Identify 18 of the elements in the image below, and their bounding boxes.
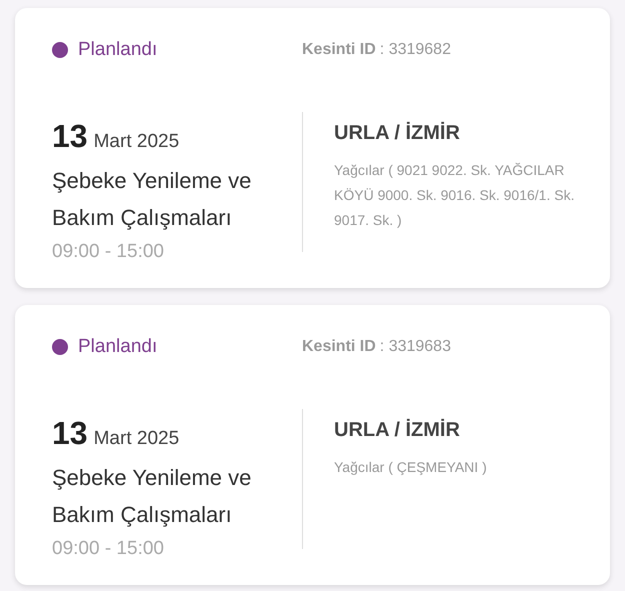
status-label: Planlandı bbox=[78, 38, 158, 62]
address: Yağcılar ( 9021 9022. Sk. YAĞCILAR KÖYÜ 9000. Sk. 9016. Sk. 9016/1. Sk. 9017. Sk. ) bbox=[334, 161, 576, 230]
id-label: Kesinti ID bbox=[302, 40, 376, 60]
location: URLA / İZMİR bbox=[334, 418, 461, 443]
location: URLA / İZMİR bbox=[334, 120, 461, 146]
date-month-year: Mart 2025 bbox=[94, 130, 180, 154]
date-day: 13 bbox=[52, 112, 88, 160]
outage-title: Şebeke Yenileme ve Bakım Çalışmaları bbox=[52, 464, 252, 529]
outage-title: Şebeke Yenileme ve Bakım Çalışmaları bbox=[52, 167, 252, 232]
id-label: Kesinti ID bbox=[302, 337, 376, 357]
time-range: 09:00 - 15:00 bbox=[52, 240, 165, 264]
date-month-year: Mart 2025 bbox=[94, 427, 180, 451]
address: Yağcılar ( ÇEŞMEYANI ) bbox=[334, 458, 488, 477]
date-day: 13 bbox=[52, 409, 88, 457]
id-value: : 3319683 bbox=[380, 337, 451, 357]
time-range: 09:00 - 15:00 bbox=[52, 537, 165, 561]
id-value: : 3319682 bbox=[380, 40, 451, 60]
status-label: Planlandı bbox=[78, 334, 158, 359]
